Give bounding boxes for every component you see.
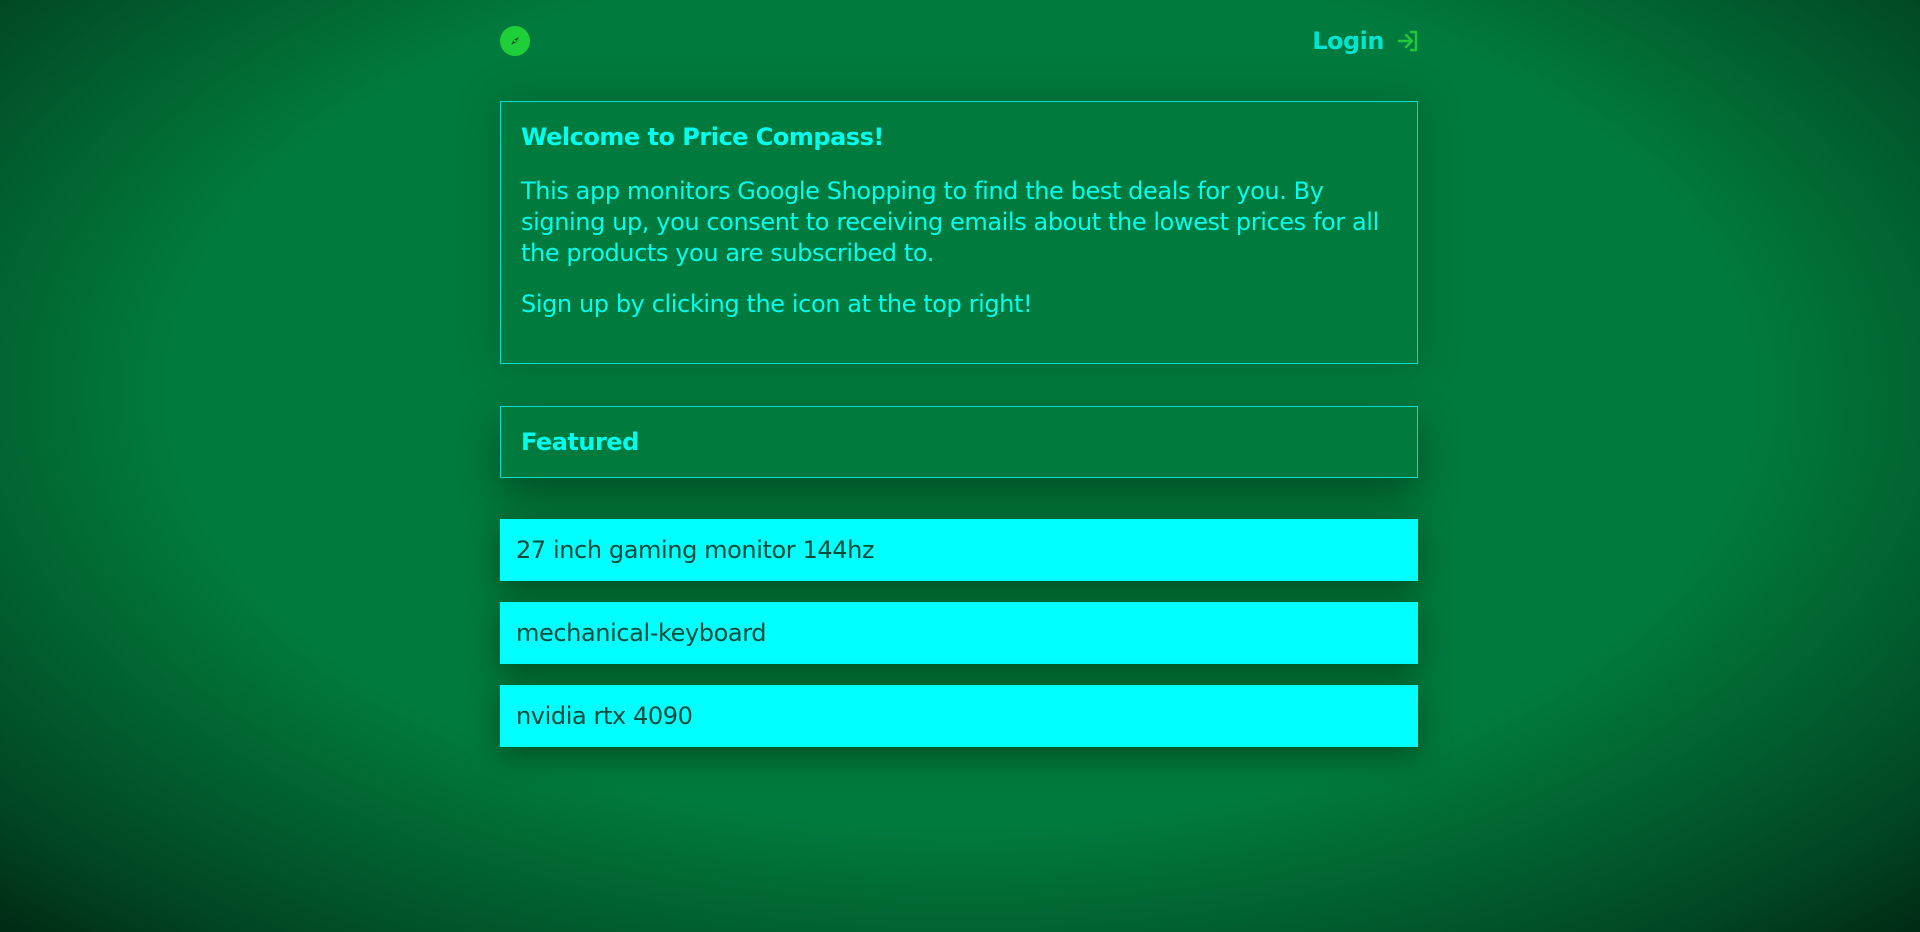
signup-hint: Sign up by clicking the icon at the top … xyxy=(521,290,1033,318)
main-container: Login Welcome to Price Compass! This app… xyxy=(500,0,1420,747)
product-item[interactable]: mechanical-keyboard xyxy=(500,602,1418,664)
product-item[interactable]: nvidia rtx 4090 xyxy=(500,685,1418,747)
featured-panel: Featured xyxy=(500,406,1418,478)
logo[interactable] xyxy=(500,26,530,56)
compass-icon xyxy=(507,33,523,49)
login-label: Login xyxy=(1312,27,1384,55)
welcome-description: This app monitors Google Shopping to fin… xyxy=(521,177,1379,267)
featured-title: Featured xyxy=(521,428,639,456)
product-item[interactable]: 27 inch gaming monitor 144hz xyxy=(500,519,1418,581)
welcome-title: Welcome to Price Compass! xyxy=(521,123,884,151)
product-list: 27 inch gaming monitor 144hz mechanical-… xyxy=(500,519,1418,768)
header: Login xyxy=(500,0,1420,100)
welcome-panel: Welcome to Price Compass! This app monit… xyxy=(500,101,1418,364)
sign-in-icon xyxy=(1396,29,1420,53)
login-button[interactable]: Login xyxy=(1312,26,1420,56)
